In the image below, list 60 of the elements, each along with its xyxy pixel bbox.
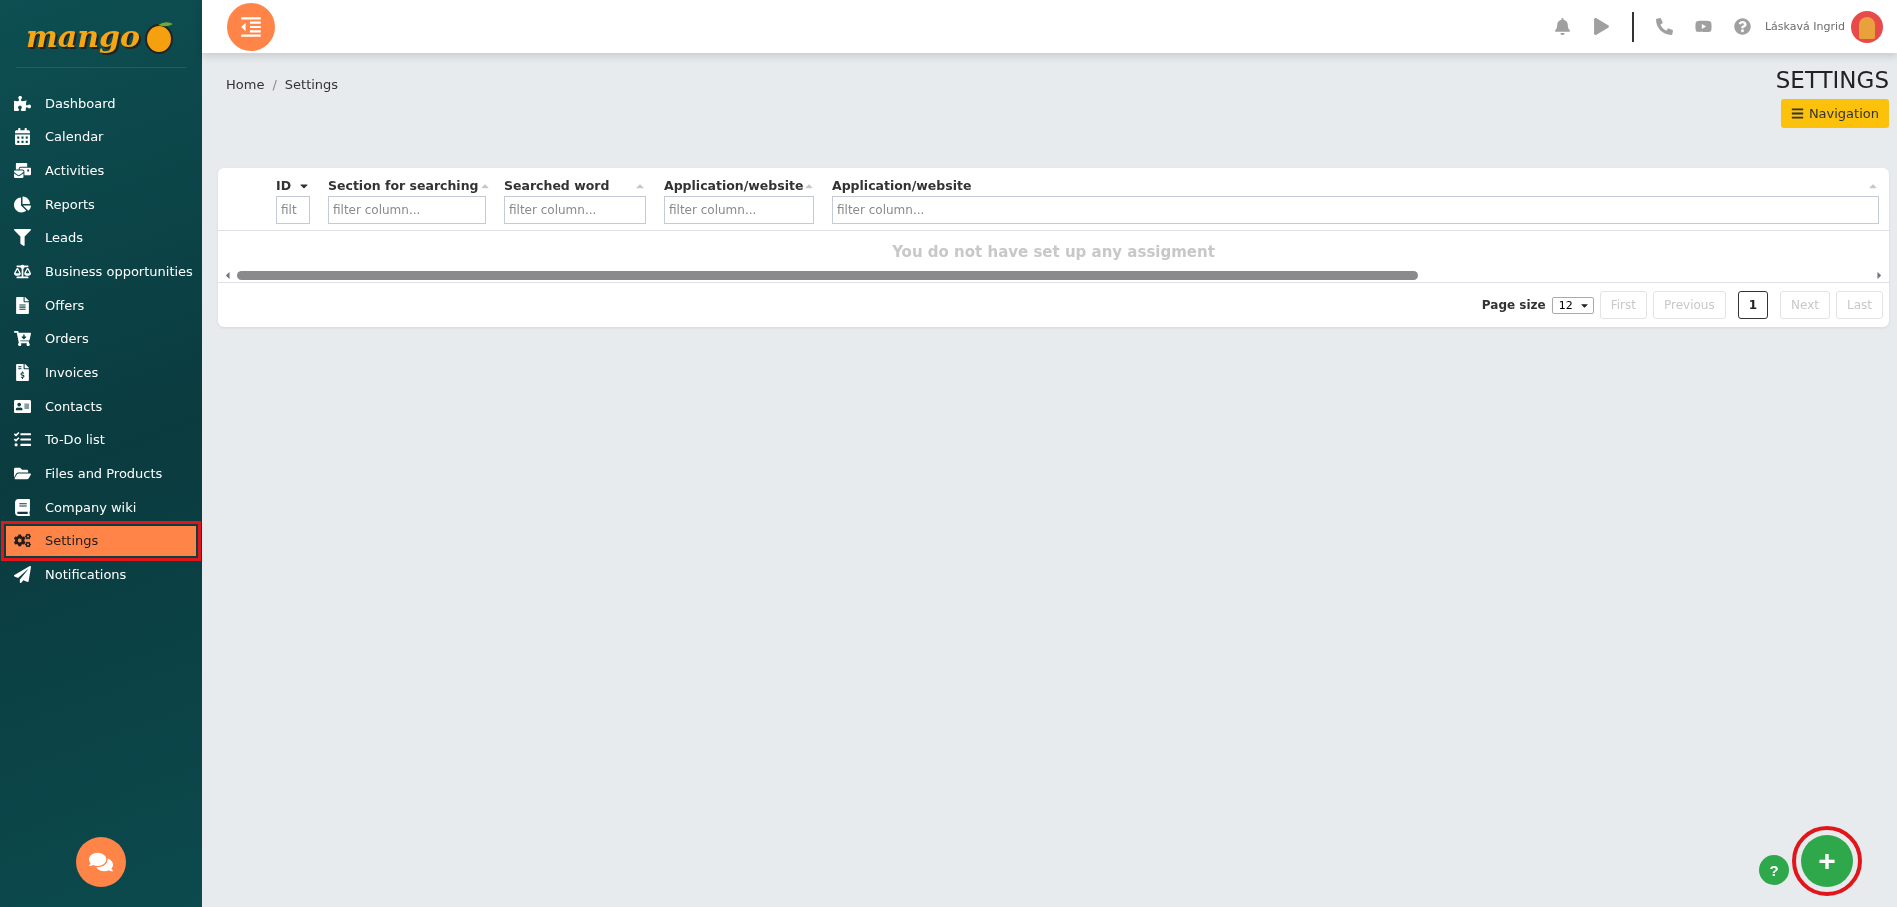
breadcrumb-separator: / [272, 77, 277, 92]
menu-icon [14, 498, 31, 516]
breadcrumb-item[interactable]: Home [226, 77, 265, 92]
sidebar-item[interactable]: Offers [6, 290, 196, 321]
column-header[interactable]: Searched word [504, 178, 610, 193]
phone-icon[interactable] [1655, 18, 1673, 35]
menu-icon [14, 330, 31, 348]
menu-icon [14, 161, 31, 179]
filter-field[interactable]: filter column... [664, 196, 814, 224]
chat-button[interactable] [76, 837, 126, 887]
menu-icon [14, 296, 31, 314]
column-header[interactable]: ID [276, 178, 292, 193]
user-name[interactable]: Láskavá Ingrid [1764, 20, 1845, 33]
navigation-button[interactable]: Navigation [1780, 99, 1889, 128]
filter-field[interactable]: filter column... [832, 196, 1879, 224]
chat-icon [89, 850, 113, 874]
sidebar-item[interactable]: Notifications [6, 559, 196, 590]
sidebar-item[interactable]: Reports [6, 189, 196, 220]
avatar[interactable] [1851, 10, 1883, 43]
menu-icon [14, 195, 31, 213]
menu-icon [14, 532, 31, 550]
page-size-label: Page size [1481, 298, 1546, 312]
breadcrumb-item: Settings [284, 77, 339, 92]
sidebar-item[interactable]: To-Do list [6, 424, 196, 455]
menu-icon [14, 229, 31, 247]
menu-icon [14, 397, 31, 415]
mango-icon [142, 19, 176, 54]
sidebar-item[interactable]: Dashboard [6, 88, 196, 118]
bell-icon[interactable] [1553, 18, 1571, 35]
menu-icon [14, 128, 31, 146]
page-number-button[interactable]: 1 [1737, 291, 1769, 319]
menu-icon [14, 364, 31, 381]
sidebar-item[interactable]: Invoices [6, 357, 196, 388]
sidebar-item[interactable]: Calendar [6, 121, 196, 152]
menu-icon [14, 431, 31, 449]
sidebar-item[interactable]: Leads [6, 222, 196, 253]
sidebar-item[interactable]: Business opportunities [6, 256, 196, 287]
menu-icon [14, 262, 31, 280]
sidebar-item[interactable]: Orders [6, 323, 196, 354]
menu-icon [1790, 107, 1804, 120]
filter-field[interactable]: filter column... [504, 196, 646, 224]
filter-field[interactable]: filt [276, 196, 310, 224]
menu-icon [14, 94, 31, 112]
scrollbar-thumb[interactable] [237, 271, 1418, 280]
logo: mango [26, 19, 140, 54]
column-header[interactable]: Application/website [832, 178, 972, 193]
video-icon[interactable] [1694, 18, 1712, 35]
help-icon[interactable] [1733, 18, 1751, 35]
page-size-select[interactable]: 12 [1551, 296, 1594, 314]
play-icon[interactable] [1592, 18, 1610, 35]
page-title: SETTINGS [1775, 67, 1889, 93]
sidebar-item[interactable]: Contacts [6, 391, 196, 422]
menu-icon [14, 566, 31, 584]
column-header[interactable]: Section for searching [328, 178, 479, 193]
filter-field[interactable]: filter column... [328, 196, 486, 224]
sidebar-toggle-button[interactable] [227, 2, 275, 51]
sidebar-item[interactable]: Activities [6, 155, 196, 186]
sidebar-item[interactable]: Files and Products [6, 458, 196, 489]
column-header[interactable]: Application/website [664, 178, 804, 193]
sidebar-item[interactable]: Company wiki [6, 492, 196, 523]
